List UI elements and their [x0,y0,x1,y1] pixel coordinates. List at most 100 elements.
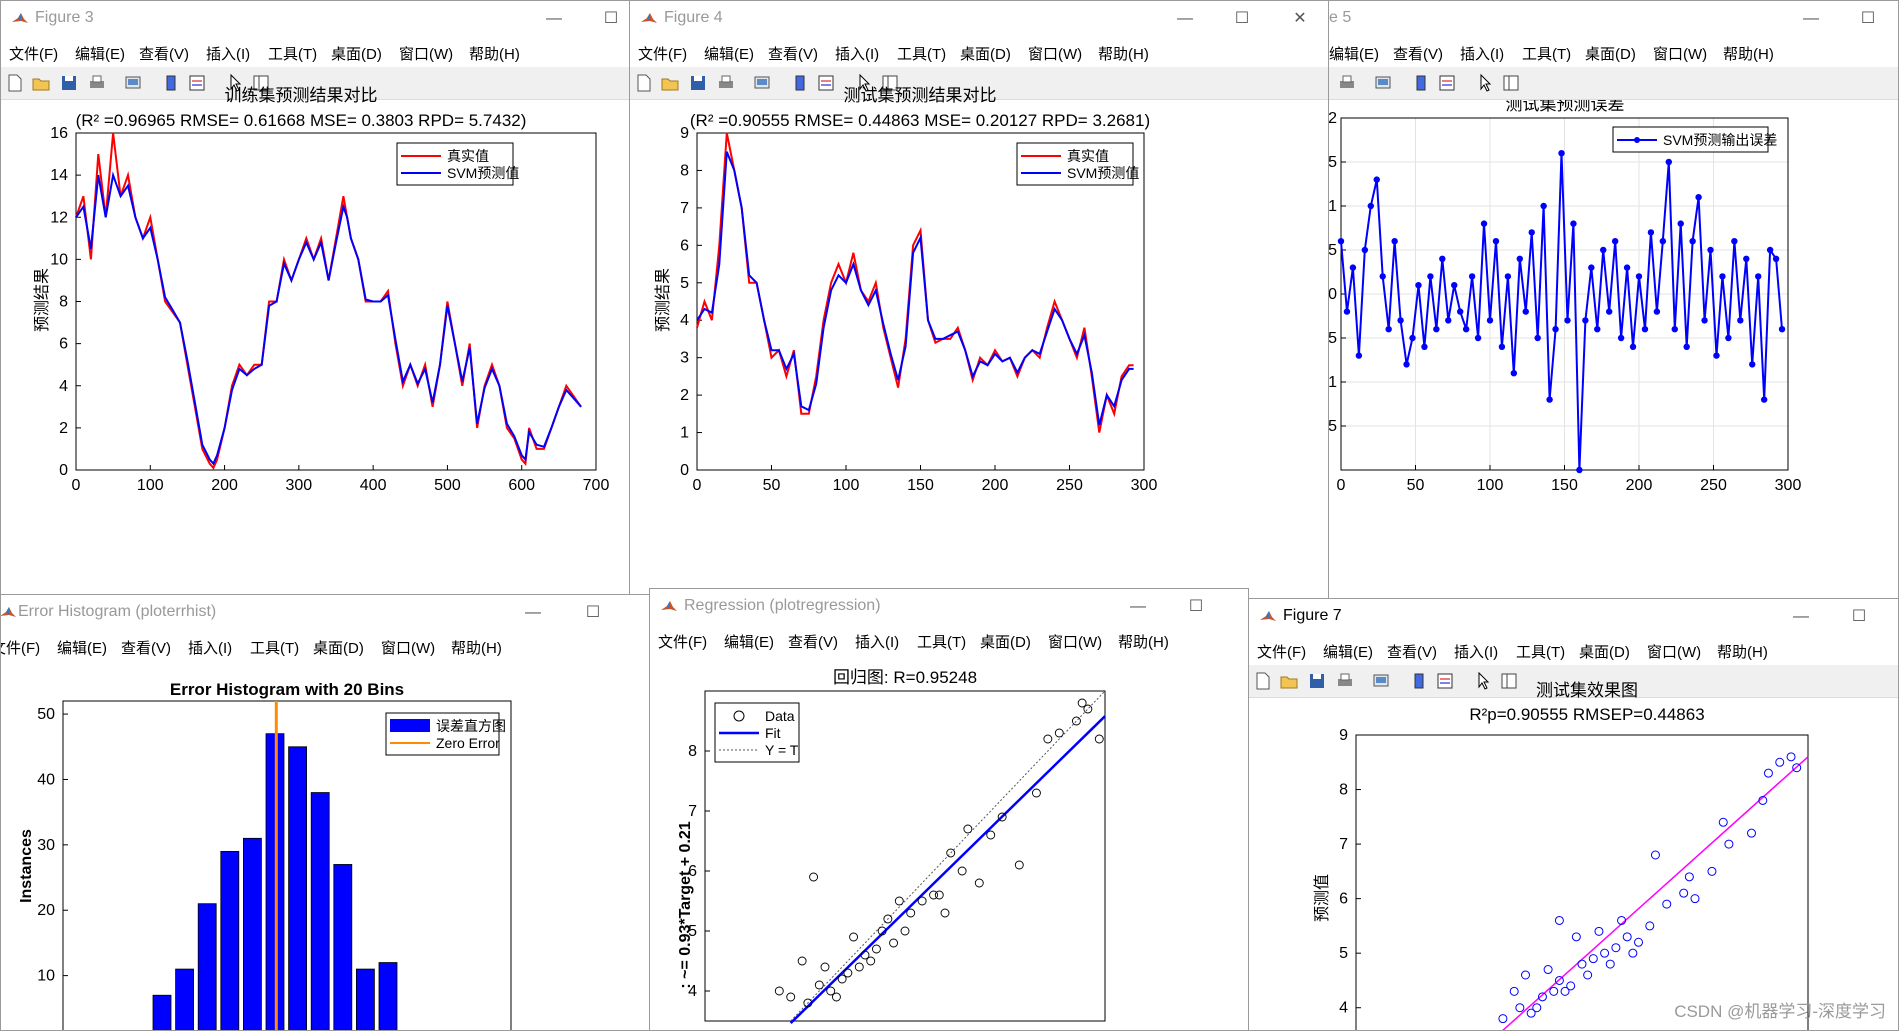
link-plot-icon[interactable] [1371,671,1391,691]
figure5-titlebar[interactable]: e 5 — ☐ [1329,1,1898,37]
close-button[interactable]: ✕ [1278,5,1322,33]
menu-desktop[interactable]: 桌面(D) [313,637,364,658]
print-icon[interactable] [1335,671,1355,691]
colorbar-icon[interactable] [790,73,810,93]
save-icon[interactable] [59,73,79,93]
property-inspector-icon[interactable] [1499,671,1519,691]
menu-tools[interactable]: 工具(T) [1522,43,1571,64]
menu-desktop[interactable]: 桌面(D) [331,43,382,64]
menu-window[interactable]: 窗口(W) [399,43,453,64]
menu-help[interactable]: 帮助(H) [1098,43,1149,64]
minimize-button[interactable]: — [511,599,555,627]
menu-insert[interactable]: 插入(I) [835,43,879,64]
link-plot-icon[interactable] [123,73,143,93]
menu-tools[interactable]: 工具(T) [897,43,946,64]
menu-insert[interactable]: 插入(I) [1460,43,1504,64]
menu-edit[interactable]: 编辑(E) [57,637,107,658]
menu-view[interactable]: 查看(V) [121,637,171,658]
menu-edit[interactable]: 编辑(E) [75,43,125,64]
error-point [1749,361,1756,368]
legend-label: Zero Error [436,735,500,751]
errhist-titlebar[interactable]: Error Histogram (ploterrhist) — ☐ [1,595,649,631]
maximize-button[interactable]: ☐ [1846,5,1890,33]
maximize-button[interactable]: ☐ [1837,603,1881,631]
regression-titlebar[interactable]: Regression (plotregression) — ☐ [650,589,1248,625]
menu-tools[interactable]: 工具(T) [250,637,299,658]
menu-insert[interactable]: 插入(I) [206,43,250,64]
legend-icon[interactable] [816,73,836,93]
menu-view[interactable]: 查看(V) [788,631,838,652]
open-folder-icon[interactable] [1279,671,1299,691]
minimize-button[interactable]: — [1789,5,1833,33]
print-icon[interactable] [1337,73,1357,93]
menu-edit[interactable]: 编辑(E) [704,43,754,64]
property-inspector-icon[interactable] [1501,73,1521,93]
colorbar-icon[interactable] [161,73,181,93]
maximize-button[interactable]: ☐ [571,599,615,627]
link-plot-icon[interactable] [1373,73,1393,93]
menu-desktop[interactable]: 桌面(D) [1579,641,1630,662]
menu-tools[interactable]: 工具(T) [917,631,966,652]
error-point [1683,343,1690,350]
new-figure-icon[interactable] [5,73,25,93]
menu-insert[interactable]: 插入(I) [188,637,232,658]
maximize-button[interactable]: ☐ [1220,5,1264,33]
figure7-titlebar[interactable]: Figure 7 — ☐ [1249,599,1898,635]
menu-view[interactable]: 查看(V) [1387,641,1437,662]
menu-view[interactable]: 查看(V) [1393,43,1443,64]
legend-icon[interactable] [1435,671,1455,691]
y-axis-label: 预测结果 [654,268,672,332]
menu-insert[interactable]: 插入(I) [1454,641,1498,662]
colorbar-icon[interactable] [1409,671,1429,691]
figure3-titlebar[interactable]: Figure 3 — ☐ [1,1,629,37]
maximize-button[interactable]: ☐ [1174,593,1218,621]
menu-help[interactable]: 帮助(H) [451,637,502,658]
menu-file[interactable]: 文件(F) [638,43,687,64]
menu-window[interactable]: 窗口(W) [1048,631,1102,652]
legend-icon[interactable] [1437,73,1457,93]
menu-view[interactable]: 查看(V) [139,43,189,64]
menu-help[interactable]: 帮助(H) [469,43,520,64]
open-folder-icon[interactable] [660,73,680,93]
menu-insert[interactable]: 插入(I) [855,631,899,652]
open-folder-icon[interactable] [31,73,51,93]
menu-window[interactable]: 窗口(W) [1647,641,1701,662]
menu-window[interactable]: 窗口(W) [381,637,435,658]
menu-tools[interactable]: 工具(T) [1516,641,1565,662]
link-plot-icon[interactable] [752,73,772,93]
print-icon[interactable] [87,73,107,93]
menu-view[interactable]: 查看(V) [768,43,818,64]
pointer-icon[interactable] [1475,73,1495,93]
minimize-button[interactable]: — [1116,593,1160,621]
minimize-button[interactable]: — [1779,603,1823,631]
menu-help[interactable]: 帮助(H) [1723,43,1774,64]
colorbar-icon[interactable] [1411,73,1431,93]
menu-desktop[interactable]: 桌面(D) [960,43,1011,64]
maximize-button[interactable]: ☐ [589,5,629,33]
minimize-button[interactable]: — [532,5,576,33]
print-icon[interactable] [716,73,736,93]
pointer-icon[interactable] [1473,671,1493,691]
legend-label: 真实值 [447,148,489,164]
save-icon[interactable] [1307,671,1327,691]
figure4-titlebar[interactable]: Figure 4 — ☐ ✕ [630,1,1328,37]
menu-window[interactable]: 窗口(W) [1028,43,1082,64]
menu-desktop[interactable]: 桌面(D) [980,631,1031,652]
new-figure-icon[interactable] [634,73,654,93]
new-figure-icon[interactable] [1253,671,1273,691]
menu-file[interactable]: 文件(F) [658,631,707,652]
menu-desktop[interactable]: 桌面(D) [1585,43,1636,64]
menu-help[interactable]: 帮助(H) [1118,631,1169,652]
menu-edit[interactable]: 编辑(E) [1329,43,1379,64]
menu-file[interactable]: 文件(F) [1,637,40,658]
menu-tools[interactable]: 工具(T) [268,43,317,64]
legend-icon[interactable] [187,73,207,93]
menu-window[interactable]: 窗口(W) [1653,43,1707,64]
minimize-button[interactable]: — [1163,5,1207,33]
menu-file[interactable]: 文件(F) [1257,641,1306,662]
menu-file[interactable]: 文件(F) [9,43,58,64]
menu-edit[interactable]: 编辑(E) [1323,641,1373,662]
menu-edit[interactable]: 编辑(E) [724,631,774,652]
menu-help[interactable]: 帮助(H) [1717,641,1768,662]
save-icon[interactable] [688,73,708,93]
